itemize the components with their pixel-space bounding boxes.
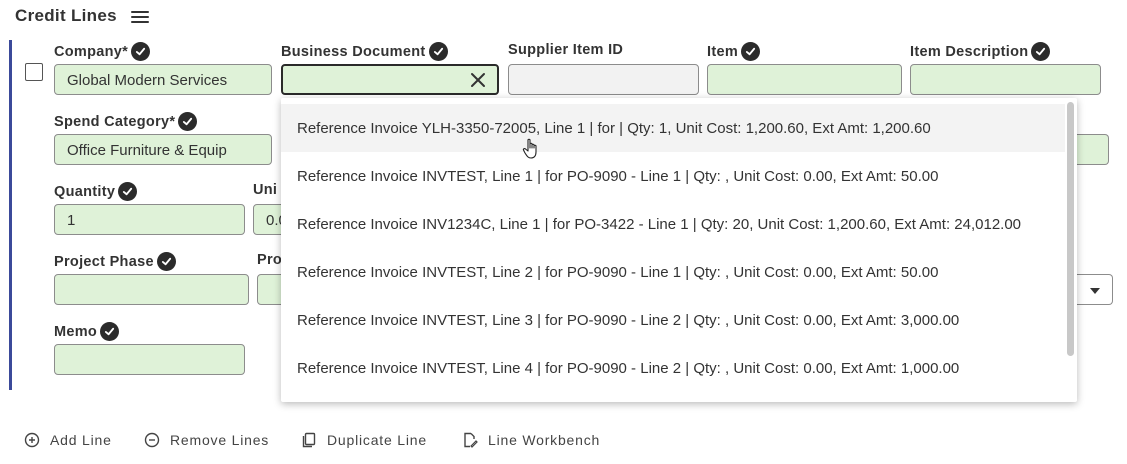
plus-circle-icon bbox=[24, 432, 40, 448]
memo-label: Memo bbox=[54, 322, 120, 341]
dropdown-option[interactable]: Reference Invoice INVTEST, Line 3 | for … bbox=[281, 296, 1065, 344]
section-title: Credit Lines bbox=[15, 6, 117, 25]
quantity-label: Quantity bbox=[54, 182, 138, 201]
check-icon bbox=[156, 252, 176, 271]
add-line-button[interactable]: Add Line bbox=[24, 432, 112, 448]
project-phase-field[interactable] bbox=[54, 274, 249, 305]
dropdown-list: Reference Invoice YLH-3350-72005, Line 1… bbox=[281, 104, 1065, 392]
business-document-input[interactable] bbox=[281, 64, 499, 95]
dropdown-option[interactable]: Reference Invoice INVTEST, Line 1 | for … bbox=[281, 152, 1065, 200]
remove-lines-button[interactable]: Remove Lines bbox=[144, 432, 269, 448]
item-description-field[interactable] bbox=[910, 64, 1101, 95]
item-field[interactable] bbox=[707, 64, 902, 95]
chevron-down-icon bbox=[1090, 288, 1100, 294]
edit-document-icon bbox=[464, 432, 478, 448]
check-icon bbox=[428, 42, 448, 61]
project-label: Pro bbox=[257, 252, 283, 268]
spend-category-label: Spend Category* bbox=[54, 112, 198, 131]
check-icon bbox=[131, 42, 151, 61]
copy-icon bbox=[302, 432, 316, 448]
check-icon bbox=[118, 182, 138, 201]
clear-icon[interactable] bbox=[469, 71, 487, 89]
project-phase-label: Project Phase bbox=[54, 252, 176, 271]
check-icon bbox=[178, 112, 198, 131]
minus-circle-icon bbox=[144, 432, 160, 448]
line-workbench-button[interactable]: Line Workbench bbox=[462, 432, 600, 448]
check-icon bbox=[1031, 42, 1051, 61]
company-label: Company* bbox=[54, 42, 151, 61]
line-accent-bar bbox=[9, 40, 12, 390]
memo-field[interactable] bbox=[54, 344, 245, 375]
supplier-item-id-label: Supplier Item ID bbox=[508, 42, 624, 58]
duplicate-line-button[interactable]: Duplicate Line bbox=[301, 432, 427, 448]
business-document-label: Business Document bbox=[281, 42, 448, 61]
add-line-label: Add Line bbox=[50, 432, 112, 448]
select-dropdown[interactable] bbox=[1073, 274, 1113, 305]
line-workbench-label: Line Workbench bbox=[488, 432, 601, 448]
dropdown-option[interactable]: Reference Invoice INV1234C, Line 1 | for… bbox=[281, 200, 1065, 248]
business-document-dropdown: Reference Invoice YLH-3350-72005, Line 1… bbox=[281, 98, 1077, 402]
partially-hidden-field[interactable] bbox=[1073, 134, 1109, 165]
dropdown-option[interactable]: Reference Invoice INVTEST, Line 2 | for … bbox=[281, 248, 1065, 296]
item-label: Item bbox=[707, 42, 761, 61]
dropdown-scrollbar[interactable] bbox=[1067, 102, 1074, 356]
duplicate-line-label: Duplicate Line bbox=[327, 432, 427, 448]
spend-category-field[interactable]: Office Furniture & Equip bbox=[54, 134, 272, 165]
remove-lines-label: Remove Lines bbox=[170, 432, 270, 448]
dropdown-option[interactable]: Reference Invoice INVTEST, Line 4 | for … bbox=[281, 344, 1065, 392]
supplier-item-id-field[interactable] bbox=[508, 64, 699, 95]
check-icon bbox=[741, 42, 761, 61]
check-icon bbox=[100, 322, 120, 341]
unit-label: Uni bbox=[253, 182, 278, 198]
dropdown-option[interactable]: Reference Invoice YLH-3350-72005, Line 1… bbox=[281, 104, 1065, 152]
item-description-label: Item Description bbox=[910, 42, 1051, 61]
hamburger-menu-icon[interactable] bbox=[131, 8, 149, 24]
quantity-field[interactable]: 1 bbox=[54, 204, 245, 235]
row-select-checkbox[interactable] bbox=[25, 63, 43, 81]
company-field[interactable]: Global Modern Services bbox=[54, 64, 272, 95]
